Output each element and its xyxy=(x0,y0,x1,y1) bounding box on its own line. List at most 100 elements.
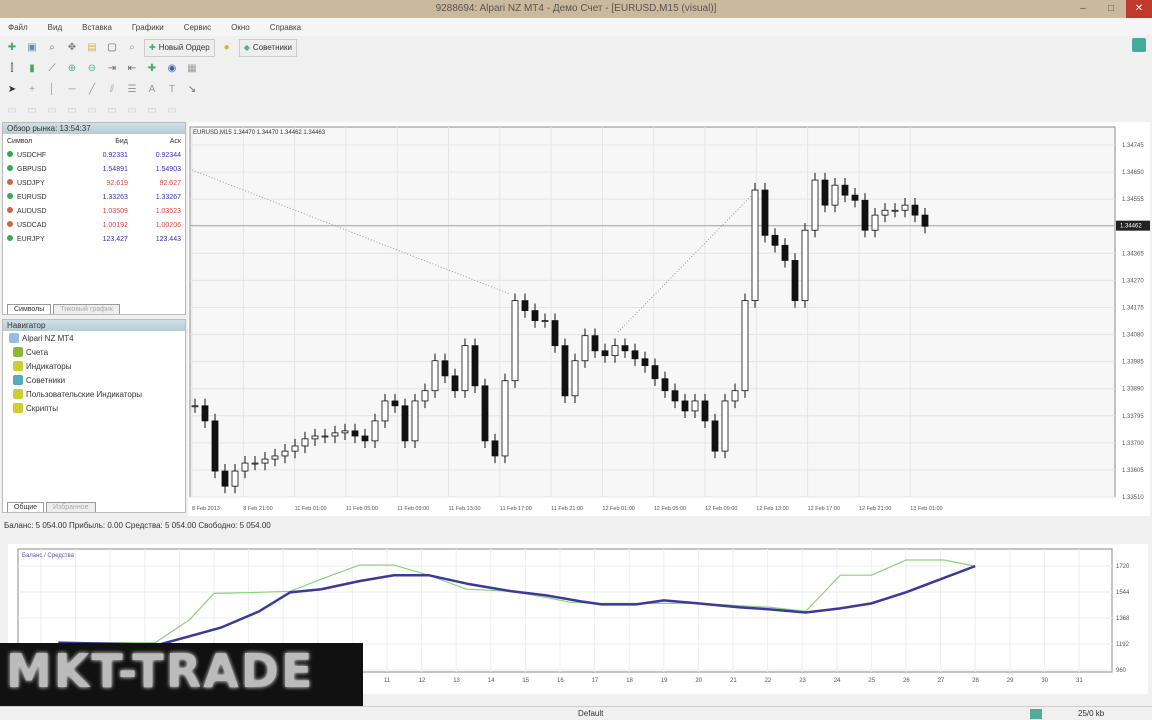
title-bar: 9288694: Alpari NZ MT4 - Демо Счет - [EU… xyxy=(0,0,1152,18)
tab-tick-chart[interactable]: Тиковый график xyxy=(53,304,120,314)
bar-chart-icon[interactable]: ⫿ xyxy=(4,61,20,77)
period-m15-icon[interactable]: ▭ xyxy=(44,103,60,119)
arrow-icon xyxy=(7,179,13,185)
menu-bar: Файл Вид Вставка Графики Сервис Окно Спр… xyxy=(0,18,1152,36)
profiles-icon[interactable]: ▣ xyxy=(24,40,40,56)
terminal-icon[interactable]: ▢ xyxy=(104,40,120,56)
navigator-item-scripts[interactable]: Скрипты xyxy=(3,401,185,415)
header-ask[interactable]: Аск xyxy=(132,134,185,148)
ask-cell: 1.54903 xyxy=(155,165,181,173)
day-tick-label: 25 xyxy=(868,678,875,684)
time-tick-label: 11 Feb 17:00 xyxy=(500,506,532,512)
navigator-item-experts[interactable]: Советники xyxy=(3,373,185,387)
trendline-icon[interactable]: ╱ xyxy=(84,82,100,98)
maximize-button[interactable]: □ xyxy=(1098,0,1124,18)
fibonacci-icon[interactable]: ☰ xyxy=(124,82,140,98)
label-icon[interactable]: T xyxy=(164,82,180,98)
scripts-folder-icon xyxy=(13,403,23,413)
candle xyxy=(561,338,569,403)
navigator-item-accounts[interactable]: Счета xyxy=(3,345,185,359)
period-d1-icon[interactable]: ▭ xyxy=(124,103,140,119)
zoom-in-icon[interactable]: ⊕ xyxy=(64,61,80,77)
data-window-icon[interactable]: ✥ xyxy=(64,40,80,56)
metaeditor-icon[interactable]: ● xyxy=(219,40,235,56)
market-watch-row[interactable]: GBPUSD 1.54891 1.54903 xyxy=(3,162,185,176)
candle xyxy=(801,223,809,308)
market-watch-title: Обзор рынка: 13:54:37 xyxy=(3,123,185,134)
indicators-icon[interactable]: ✚ xyxy=(144,61,160,77)
equity-tick-label: 960 xyxy=(1116,668,1127,674)
header-symbol[interactable]: Символ xyxy=(3,134,79,148)
day-tick-label: 31 xyxy=(1076,678,1083,684)
templates-icon[interactable]: ▦ xyxy=(184,61,200,77)
header-bid[interactable]: Бид xyxy=(79,134,132,148)
candle xyxy=(811,172,819,238)
menu-file[interactable]: Файл xyxy=(8,23,28,32)
menu-tools[interactable]: Сервис xyxy=(184,23,211,32)
cursor-icon[interactable]: ➤ xyxy=(4,82,20,98)
symbol-cell: AUDUSD xyxy=(3,204,79,218)
period-h1-icon[interactable]: ▭ xyxy=(84,103,100,119)
line-chart-icon[interactable]: ⟋ xyxy=(44,61,60,77)
period-mn-icon[interactable]: ▭ xyxy=(164,103,180,119)
period-m30-icon[interactable]: ▭ xyxy=(64,103,80,119)
price-tick-label: 1.33795 xyxy=(1122,414,1144,420)
tab-favorites[interactable]: Избранное xyxy=(46,502,96,512)
market-watch-row[interactable]: USDJPY 92.619 92.627 xyxy=(3,176,185,190)
arrows-icon[interactable]: ↘ xyxy=(184,82,200,98)
menu-help[interactable]: Справка xyxy=(270,23,301,32)
chat-icon[interactable] xyxy=(1132,38,1146,52)
text-icon[interactable]: A xyxy=(144,82,160,98)
symbol-cell: GBPUSD xyxy=(3,162,79,176)
periods-icon[interactable]: ◉ xyxy=(164,61,180,77)
menu-insert[interactable]: Вставка xyxy=(82,23,112,32)
new-chart-icon[interactable]: ✚ xyxy=(4,40,20,56)
market-watch-row[interactable]: AUDUSD 1.03509 1.03523 xyxy=(3,204,185,218)
navigator-root-label: Alpari NZ MT4 xyxy=(22,333,74,343)
period-h4-icon[interactable]: ▭ xyxy=(104,103,120,119)
market-watch-row[interactable]: EURJPY 123.427 123.443 xyxy=(3,232,185,246)
horizontal-line-icon[interactable]: ─ xyxy=(64,82,80,98)
day-tick-label: 13 xyxy=(453,678,460,684)
tab-symbols[interactable]: Символы xyxy=(7,304,52,314)
price-tick-label: 1.33890 xyxy=(1122,387,1144,393)
close-button[interactable]: ✕ xyxy=(1126,0,1152,18)
price-tick-label: 1.33985 xyxy=(1122,360,1144,366)
price-chart[interactable]: EURUSD,M15 1.34470 1.34470 1.34462 1.344… xyxy=(188,122,1150,516)
bid-cell: 1.33263 xyxy=(102,193,128,201)
candlestick-icon[interactable]: ▮ xyxy=(24,61,40,77)
navigator-item-indicators[interactable]: Индикаторы xyxy=(3,359,185,373)
zoom-out-icon[interactable]: ⊖ xyxy=(84,61,100,77)
market-watch-row[interactable]: EURUSD 1.33263 1.33267 xyxy=(3,190,185,204)
market-watch-row[interactable]: USDCHF 0.92331 0.92344 xyxy=(3,148,185,162)
time-tick-label: 12 Feb 21:00 xyxy=(859,506,891,512)
experts-folder-icon xyxy=(13,375,23,385)
menu-charts[interactable]: Графики xyxy=(132,23,164,32)
experts-button[interactable]: ◆ Советники xyxy=(238,38,297,57)
candle xyxy=(211,413,219,479)
new-order-button[interactable]: ✚ Новый Ордер xyxy=(144,38,215,57)
period-m1-icon[interactable]: ▭ xyxy=(4,103,20,119)
crosshair-icon[interactable]: + xyxy=(24,82,40,98)
channel-icon[interactable]: ⫽ xyxy=(104,82,120,98)
equity-tick-label: 1544 xyxy=(1116,590,1130,596)
period-w1-icon[interactable]: ▭ xyxy=(144,103,160,119)
navigator-icon[interactable]: ▤ xyxy=(84,40,100,56)
market-watch-icon[interactable]: ⌕ xyxy=(44,40,60,56)
day-tick-label: 26 xyxy=(903,678,910,684)
navigator-root[interactable]: Alpari NZ MT4 xyxy=(3,331,185,345)
chart-shift-icon[interactable]: ⇤ xyxy=(124,61,140,77)
autoscroll-icon[interactable]: ⇥ xyxy=(104,61,120,77)
market-watch-row[interactable]: USDCAD 1.00192 1.00206 xyxy=(3,218,185,232)
arrow-icon xyxy=(7,207,13,213)
minimize-button[interactable]: – xyxy=(1070,0,1096,18)
market-watch-panel: Обзор рынка: 13:54:37 Символ Бид Аск USDCH… xyxy=(2,122,186,315)
strategy-tester-icon[interactable]: ⌕ xyxy=(124,40,140,56)
menu-view[interactable]: Вид xyxy=(48,23,62,32)
tab-common[interactable]: Общие xyxy=(7,502,45,512)
navigator-item-custom-indicators[interactable]: Пользовательские Индикаторы xyxy=(3,387,185,401)
menu-window[interactable]: Окно xyxy=(231,23,250,32)
vertical-line-icon[interactable]: │ xyxy=(44,82,60,98)
profile-name: Default xyxy=(578,709,604,718)
period-m5-icon[interactable]: ▭ xyxy=(24,103,40,119)
